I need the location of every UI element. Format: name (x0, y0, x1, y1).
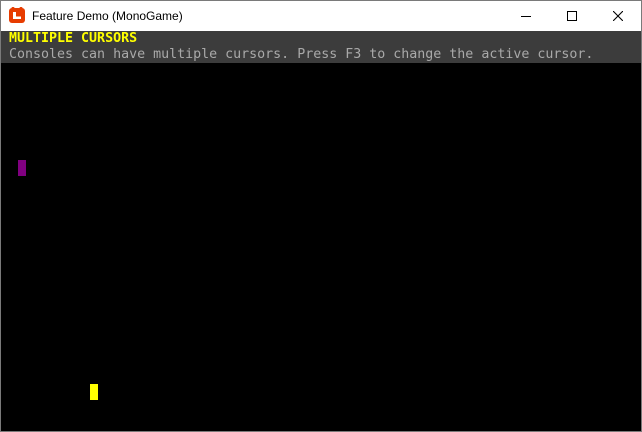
title-bar[interactable]: Feature Demo (MonoGame) (1, 1, 641, 31)
minimize-icon (521, 11, 531, 21)
minimize-button[interactable] (503, 1, 549, 31)
console-header: MULTIPLE CURSORS Consoles can have multi… (1, 31, 641, 63)
close-icon (613, 11, 623, 21)
console-area[interactable]: MULTIPLE CURSORS Consoles can have multi… (1, 31, 641, 431)
console-description: Consoles can have multiple cursors. Pres… (9, 47, 594, 62)
console-title: MULTIPLE CURSORS (9, 31, 138, 46)
monogame-logo-icon (9, 7, 25, 23)
close-button[interactable] (595, 1, 641, 31)
maximize-icon (567, 11, 577, 21)
maximize-button[interactable] (549, 1, 595, 31)
console-cursor-active (90, 384, 98, 400)
console-cursor-inactive (18, 160, 26, 176)
app-window: Feature Demo (MonoGame) MULTIPLE CURSORS… (0, 0, 642, 432)
window-title: Feature Demo (MonoGame) (32, 9, 183, 23)
